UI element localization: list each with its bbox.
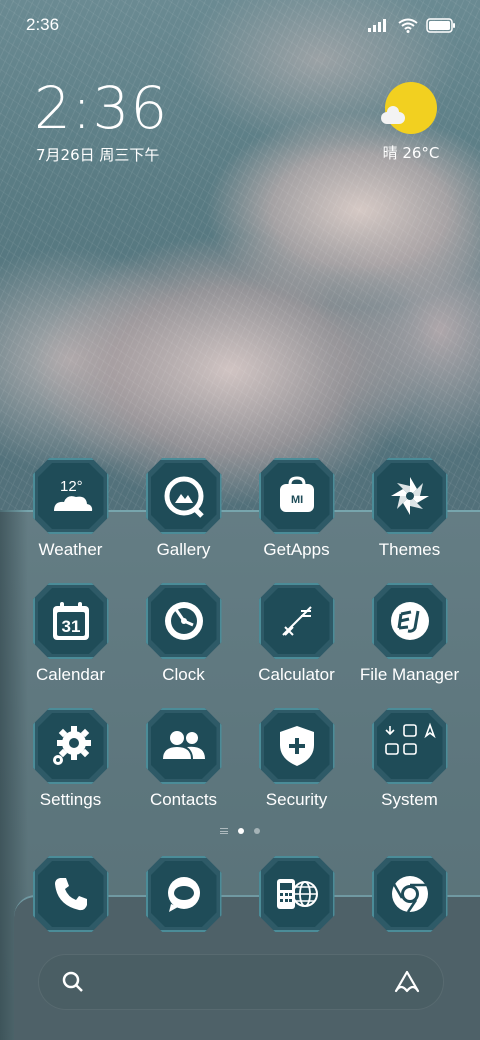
app-label: Calculator [258,665,335,684]
app-settings[interactable]: Settings [14,708,127,810]
clock-widget[interactable]: 2:36 7月26日 周三下午 [34,76,168,165]
app-label: System [381,790,438,809]
status-bar: 2:36 [0,0,480,50]
app-label: Contacts [149,790,218,809]
file-manager-icon [390,602,429,640]
clock-time: 2:36 [34,74,169,142]
settings-icon [52,726,91,765]
app-label: File Manager [359,665,460,684]
clock-date: 7月26日 周三下午 [36,146,160,164]
app-label: Clock [162,665,205,684]
signal-icon [368,19,386,32]
getapps-badge: MI [291,494,303,506]
themes-icon [390,477,429,515]
status-time: 2:36 [26,15,60,34]
getapps-icon: MI [279,476,314,512]
calendar-icon: 31 [52,602,89,640]
gallery-icon [164,476,204,518]
menu-icon [220,828,228,834]
folder-system[interactable]: System [353,708,466,810]
browser-icon [276,879,318,909]
dock-phone[interactable] [14,856,127,932]
assistant-icon[interactable] [393,969,421,995]
app-label: Weather [38,540,103,559]
app-clock[interactable]: Clock [127,583,240,685]
app-label: Settings [39,790,102,809]
weather-condition: 晴 26°C [382,144,440,162]
page-dot-active [238,828,244,834]
calculator-icon [281,606,312,636]
app-weather[interactable]: 12° Weather [14,458,127,560]
app-label: Security [265,790,328,809]
messages-icon [167,877,200,912]
phone-icon [54,878,87,911]
app-gallery[interactable]: Gallery [127,458,240,560]
search-icon[interactable] [61,970,85,994]
clock-icon [164,602,203,640]
app-calculator[interactable]: Calculator [240,583,353,685]
app-security[interactable]: Security [240,708,353,810]
page-dot [254,828,260,834]
battery-icon [426,17,455,33]
search-bar[interactable] [38,954,444,1010]
app-calendar[interactable]: 31 Calendar [14,583,127,685]
status-icons [368,17,456,33]
app-contacts[interactable]: Contacts [127,708,240,810]
app-label: GetApps [263,540,330,559]
weather-widget[interactable]: 晴 26°C [376,82,446,163]
app-label: Calendar [36,665,105,684]
weather-icon: 12° [53,478,92,511]
app-getapps[interactable]: MI GetApps [240,458,353,560]
dock-messages[interactable] [127,856,240,932]
app-label: Gallery [156,540,211,559]
system-folder-icon [384,722,436,755]
contacts-icon [162,731,205,759]
app-file-manager[interactable]: File Manager [353,583,466,685]
dock-chrome[interactable] [353,856,466,932]
calendar-day: 31 [61,617,80,636]
weather-icon-temp: 12° [60,478,83,495]
dock-browser[interactable] [240,856,353,932]
sun-cloud-icon [381,82,437,134]
page-indicator[interactable] [0,828,480,834]
wifi-icon [398,18,418,33]
security-icon [279,726,314,766]
chrome-icon [391,876,428,913]
app-themes[interactable]: Themes [353,458,466,560]
app-label: Themes [378,540,441,559]
